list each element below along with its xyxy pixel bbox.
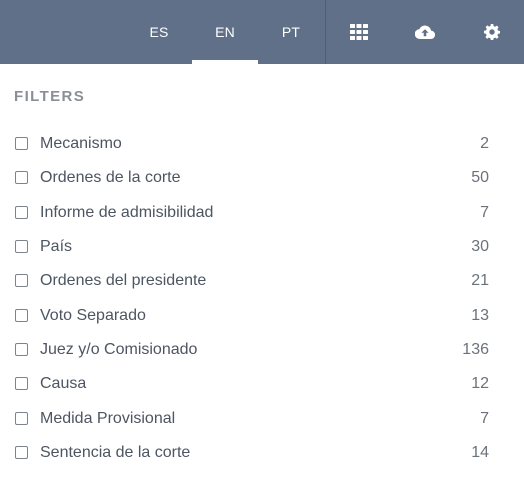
settings-button[interactable] bbox=[459, 0, 524, 64]
filter-label: Sentencia de la corte bbox=[40, 443, 191, 461]
filter-label: País bbox=[40, 238, 73, 256]
top-navigation-bar: ES EN PT bbox=[0, 0, 524, 64]
filter-checkbox[interactable] bbox=[15, 205, 28, 219]
filters-heading: FILTERS bbox=[14, 88, 86, 105]
filter-count: 7 bbox=[480, 409, 489, 427]
filter-count: 136 bbox=[462, 340, 489, 358]
filter-label: Ordenes de la corte bbox=[40, 169, 181, 187]
grid-icon bbox=[350, 24, 368, 40]
filter-count: 13 bbox=[471, 306, 489, 324]
filter-count: 2 bbox=[480, 135, 489, 153]
filter-item[interactable]: País 30 bbox=[0, 230, 524, 264]
filter-item[interactable]: Sentencia de la corte 14 bbox=[0, 436, 524, 470]
language-tab-label: EN bbox=[215, 24, 235, 40]
filter-label: Mecanismo bbox=[40, 135, 122, 153]
filter-label: Causa bbox=[40, 375, 87, 393]
language-tab-label: PT bbox=[281, 24, 301, 40]
filter-item[interactable]: Medida Provisional 7 bbox=[0, 401, 524, 435]
filter-label: Voto Separado bbox=[40, 306, 146, 324]
filter-label: Juez y/o Comisionado bbox=[40, 340, 198, 358]
filter-item[interactable]: Ordenes de la corte 50 bbox=[0, 161, 524, 195]
gear-icon bbox=[484, 24, 500, 40]
apps-grid-button[interactable] bbox=[326, 0, 392, 64]
cloud-upload-icon bbox=[415, 25, 435, 39]
filter-checkbox[interactable] bbox=[15, 171, 28, 185]
filter-label: Medida Provisional bbox=[40, 409, 176, 427]
filter-checkbox[interactable] bbox=[15, 274, 28, 288]
filter-item[interactable]: Ordenes del presidente 21 bbox=[0, 264, 524, 298]
filter-count: 7 bbox=[480, 203, 489, 221]
filter-label: Ordenes del presidente bbox=[40, 272, 207, 290]
filter-count: 50 bbox=[471, 169, 489, 187]
filter-item[interactable]: Voto Separado 13 bbox=[0, 298, 524, 332]
filter-item[interactable]: Juez y/o Comisionado 136 bbox=[0, 333, 524, 367]
language-tab-pt[interactable]: PT bbox=[258, 0, 324, 64]
filter-count: 30 bbox=[471, 238, 489, 256]
filter-checkbox[interactable] bbox=[15, 377, 28, 391]
filter-checkbox[interactable] bbox=[15, 308, 28, 322]
filter-checkbox[interactable] bbox=[15, 411, 28, 425]
filter-count: 14 bbox=[471, 443, 489, 461]
language-tab-es[interactable]: ES bbox=[126, 0, 192, 64]
filter-list: Mecanismo 2 Ordenes de la corte 50 Infor… bbox=[0, 127, 524, 470]
filter-checkbox[interactable] bbox=[15, 137, 28, 151]
language-tab-en[interactable]: EN bbox=[192, 0, 258, 64]
upload-button[interactable] bbox=[392, 0, 458, 64]
filter-item[interactable]: Causa 12 bbox=[0, 367, 524, 401]
filter-checkbox[interactable] bbox=[15, 240, 28, 254]
filter-checkbox[interactable] bbox=[15, 342, 28, 356]
filter-item[interactable]: Mecanismo 2 bbox=[0, 127, 524, 161]
filter-checkbox[interactable] bbox=[15, 445, 28, 459]
filter-item[interactable]: Informe de admisibilidad 7 bbox=[0, 196, 524, 230]
filter-label: Informe de admisibilidad bbox=[40, 203, 214, 221]
language-tab-label: ES bbox=[149, 24, 169, 40]
filter-count: 12 bbox=[471, 375, 489, 393]
filter-count: 21 bbox=[471, 272, 489, 290]
